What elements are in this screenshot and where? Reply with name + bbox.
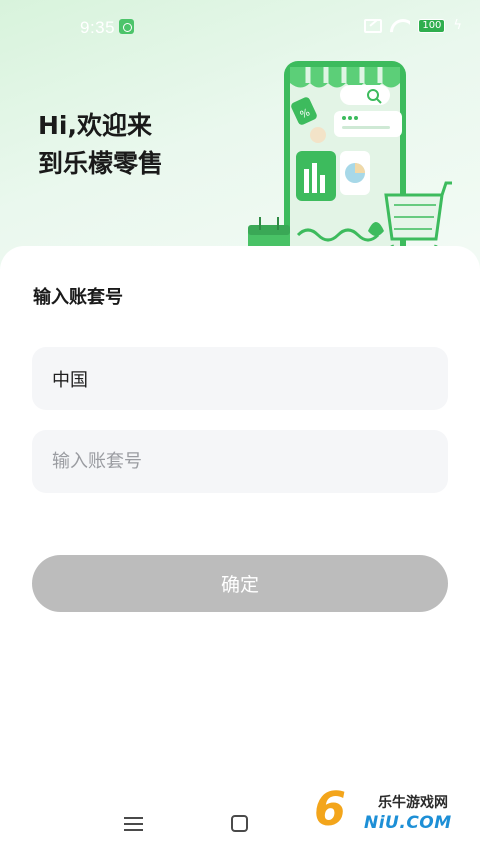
welcome-line-2: 到乐檬零售 <box>38 149 164 178</box>
wifi-icon <box>390 19 410 33</box>
watermark-text-en: NiU.COM <box>364 813 452 833</box>
watermark-number: 6 <box>314 782 347 836</box>
battery-icon: 100 <box>418 18 446 33</box>
home-icon[interactable] <box>231 815 248 832</box>
country-value: 中国 <box>52 369 88 391</box>
account-input[interactable] <box>52 451 448 472</box>
charging-icon: ϟ <box>453 18 462 33</box>
status-icons: 100 ϟ <box>364 18 462 33</box>
status-time: 9:35 <box>80 18 116 37</box>
status-bar: 9:35 100 ϟ <box>0 0 480 56</box>
watermark-text-cn: 乐牛游戏网 <box>378 795 448 811</box>
section-title: 输入账套号 <box>33 287 123 308</box>
no-sim-icon <box>364 18 383 33</box>
menu-icon[interactable] <box>124 816 143 832</box>
notification-app-icon <box>119 19 134 34</box>
form-card <box>0 246 480 853</box>
confirm-button[interactable]: 确定 <box>32 555 448 612</box>
welcome-line-1: Hi,欢迎来 <box>38 111 152 140</box>
welcome-heading: Hi,欢迎来 到乐檬零售 <box>38 107 163 183</box>
country-select[interactable]: 中国 <box>32 347 448 410</box>
site-watermark: 6 乐牛游戏网 NiU.COM <box>312 776 472 836</box>
account-field[interactable] <box>32 430 448 493</box>
